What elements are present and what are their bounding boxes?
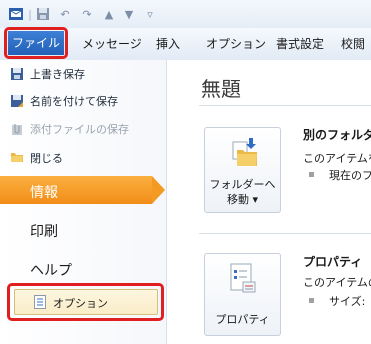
nav-print[interactable]: 印刷 xyxy=(30,221,58,241)
folder-close-icon xyxy=(10,150,24,164)
properties-button-label: プロパティ xyxy=(215,313,270,326)
item-title: 無題 xyxy=(201,77,241,101)
close-command[interactable]: 閉じる xyxy=(30,149,63,167)
tab-message[interactable]: メッセージ xyxy=(82,32,142,56)
file-tab-highlight xyxy=(4,27,68,59)
options-highlight xyxy=(7,283,164,321)
nav-info-pointer xyxy=(152,176,165,204)
nav-help[interactable]: ヘルプ xyxy=(30,260,72,280)
move-section-title: 別のフォルダ xyxy=(303,128,371,142)
move-section-bullet xyxy=(309,172,314,177)
save-as-icon xyxy=(10,94,24,108)
down-arrow-icon[interactable]: ▼ xyxy=(122,6,136,22)
undo-icon[interactable]: ↶ xyxy=(58,6,72,22)
properties-section-title: プロパティ xyxy=(303,255,363,269)
properties-section-bullet xyxy=(309,298,314,303)
separator-icon: | xyxy=(28,7,32,21)
move-section-bullet-text: 現在のフ xyxy=(329,169,371,182)
move-button-line1: フォルダーへ xyxy=(209,178,276,191)
nav-info-selected[interactable]: 情報 xyxy=(0,176,152,204)
quick-access-toolbar: | ↶ ↷ ▲ ▼ ▿ xyxy=(0,0,371,28)
customize-toolbar-icon[interactable]: ▿ xyxy=(143,6,157,22)
properties-section-bullet-text: サイズ: xyxy=(329,295,366,308)
move-section-text: このアイテムを xyxy=(303,152,371,165)
tab-format-text[interactable]: 書式設定 xyxy=(276,32,324,56)
properties-icon xyxy=(227,262,259,296)
properties-section-text: このアイテムの xyxy=(303,276,371,289)
tab-review[interactable]: 校閲 xyxy=(341,32,365,56)
paperclip-icon xyxy=(10,122,24,136)
tab-insert[interactable]: 挿入 xyxy=(156,32,180,56)
move-to-folder-button[interactable]: フォルダーへ 移動 ▾ xyxy=(204,127,281,213)
nav-info-label: 情報 xyxy=(30,185,58,201)
tab-options[interactable]: オプション xyxy=(206,32,266,56)
properties-button[interactable]: プロパティ xyxy=(204,253,281,336)
save-icon xyxy=(10,67,24,81)
up-arrow-icon[interactable]: ▲ xyxy=(102,6,116,22)
save-icon[interactable] xyxy=(36,6,50,22)
save-command[interactable]: 上書き保存 xyxy=(30,65,85,83)
save-attachments-command[interactable]: 添付ファイルの保存 xyxy=(30,120,129,138)
title-divider xyxy=(199,105,371,106)
move-button-line2: 移動 ▾ xyxy=(226,193,259,206)
move-folder-icon xyxy=(229,136,259,168)
save-as-command[interactable]: 名前を付けて保存 xyxy=(30,92,118,110)
section-divider xyxy=(199,233,371,234)
redo-icon[interactable]: ↷ xyxy=(80,6,94,22)
outlook-icon[interactable] xyxy=(8,6,24,22)
